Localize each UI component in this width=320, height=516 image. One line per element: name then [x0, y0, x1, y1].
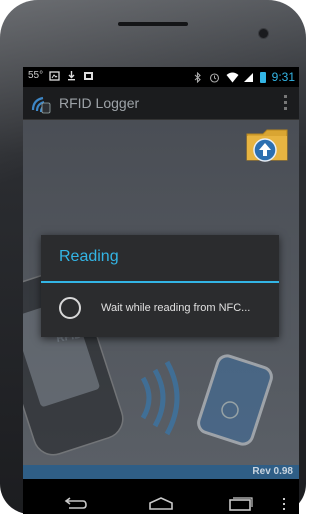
- app-title: RFID Logger: [59, 95, 140, 111]
- action-bar: RFID Logger: [23, 87, 299, 120]
- wifi-icon: [226, 72, 239, 83]
- dialog-title: Reading: [59, 248, 119, 265]
- recent-apps-button[interactable]: [228, 497, 254, 516]
- app-logo-icon[interactable]: [29, 92, 53, 114]
- overflow-menu-icon[interactable]: [284, 95, 287, 110]
- dialog-divider: [41, 281, 279, 283]
- download-icon: [66, 70, 77, 81]
- battery-icon: [259, 71, 266, 83]
- home-button[interactable]: [147, 497, 175, 516]
- status-bar-right: 9:31: [192, 70, 295, 84]
- revision-label: Rev 0.98: [252, 466, 293, 477]
- status-bar-left: 55°: [28, 70, 94, 81]
- media-icon: [83, 70, 94, 81]
- signal-icon: [243, 72, 254, 83]
- device-screen: 55° 9:31 RFID Logger Reading Wait while …: [23, 67, 299, 495]
- reading-dialog: Reading Wait while reading from NFC...: [41, 235, 279, 337]
- temperature-indicator: 55°: [28, 70, 44, 81]
- progress-spinner: [59, 297, 81, 319]
- upload-folder-icon[interactable]: [245, 126, 291, 166]
- clock: 9:31: [271, 70, 295, 84]
- footer-bar: Rev 0.98: [23, 465, 299, 479]
- screenshot-icon: [49, 70, 60, 81]
- alarm-icon: [209, 72, 220, 83]
- bluetooth-icon: [192, 71, 203, 83]
- menu-overflow-icon[interactable]: [281, 497, 287, 516]
- status-bar: 55° 9:31: [23, 67, 299, 87]
- earpiece-speaker: [118, 22, 188, 26]
- dialog-message: Wait while reading from NFC...: [101, 302, 251, 314]
- front-camera: [258, 28, 269, 39]
- back-button[interactable]: [61, 497, 87, 516]
- navigation-bar: [23, 495, 299, 514]
